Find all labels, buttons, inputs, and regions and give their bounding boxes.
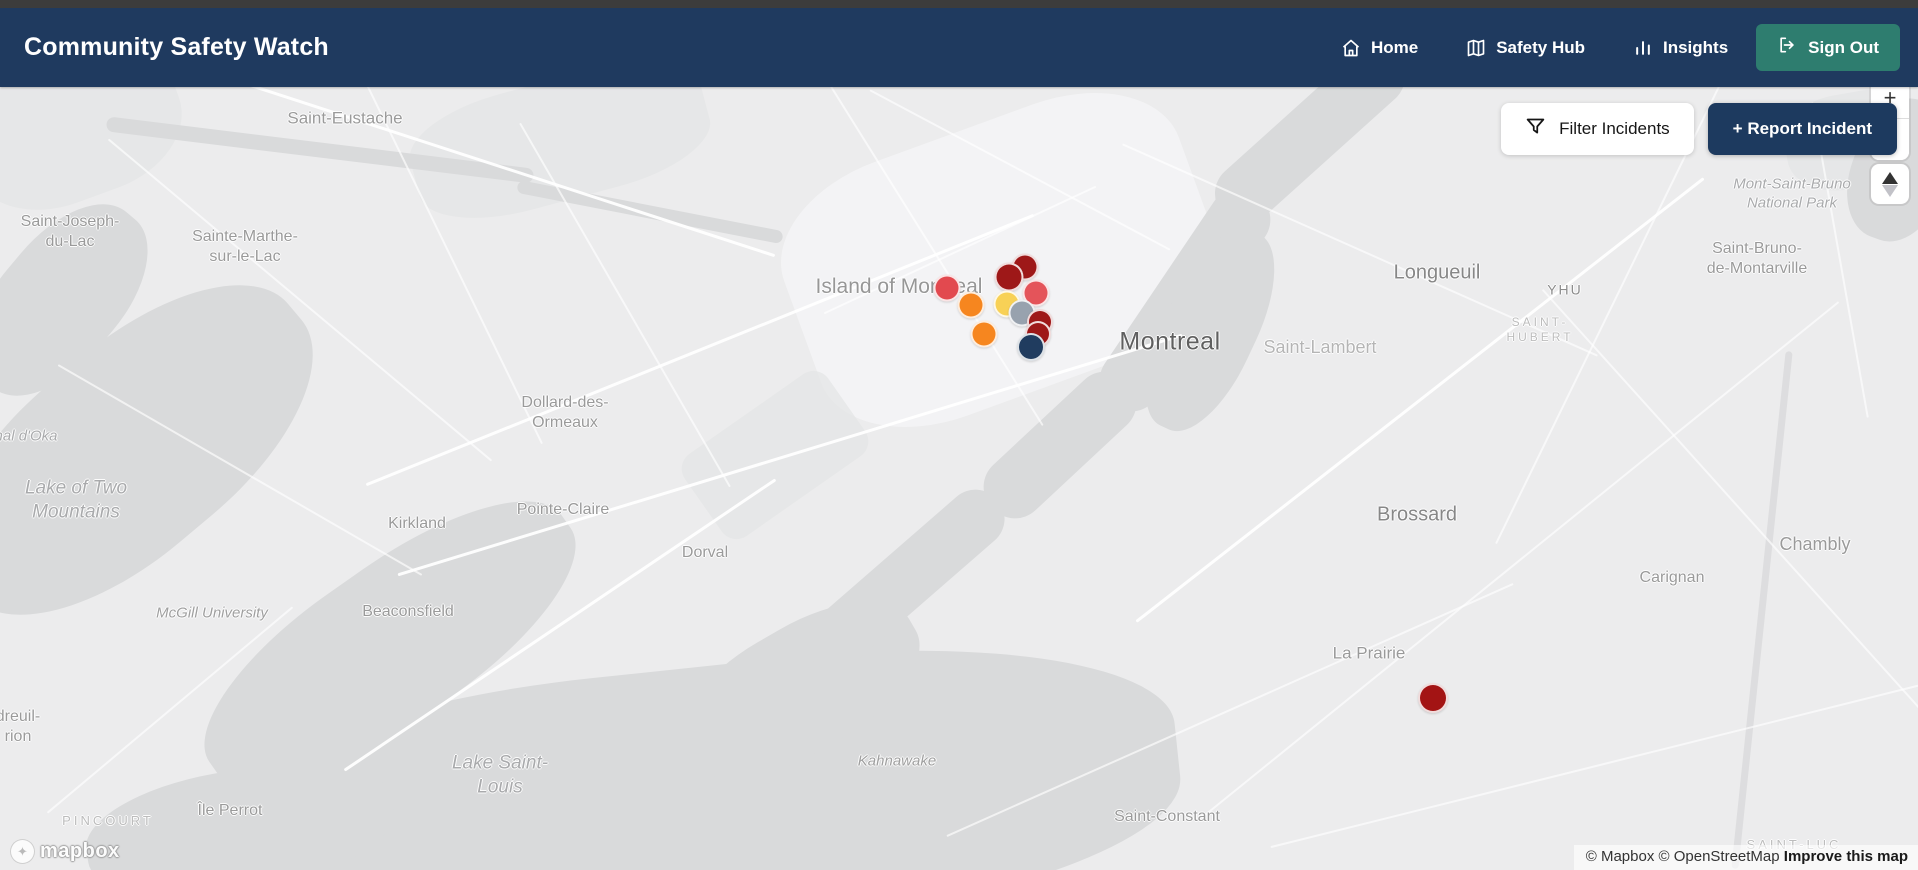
- nav-label: Safety Hub: [1496, 37, 1585, 57]
- incident-marker[interactable]: [1418, 683, 1448, 713]
- incident-marker[interactable]: [970, 320, 998, 348]
- incident-marker[interactable]: [1017, 333, 1045, 361]
- filter-label: Filter Incidents: [1559, 119, 1670, 138]
- map-icon: [1466, 38, 1486, 58]
- sign-out-label: Sign Out: [1808, 37, 1879, 57]
- filter-funnel-icon: [1525, 116, 1546, 142]
- nav-label: Insights: [1663, 37, 1729, 57]
- nav-label: Home: [1370, 37, 1419, 57]
- compass-south-needle: [1882, 184, 1898, 197]
- home-icon: [1341, 38, 1361, 58]
- map-toolbar: Filter Incidents + Report Incident: [1501, 103, 1897, 155]
- nav-item-home[interactable]: Home: [1341, 38, 1418, 58]
- main-nav: Home Safety Hub Insights: [1341, 38, 1728, 58]
- incident-marker[interactable]: [933, 274, 961, 302]
- compass-icon[interactable]: [1871, 164, 1909, 204]
- incident-marker[interactable]: [957, 291, 985, 319]
- bar-chart-icon: [1633, 38, 1653, 58]
- report-incident-button[interactable]: + Report Incident: [1707, 103, 1897, 155]
- improve-map-link[interactable]: Improve this map: [1784, 848, 1908, 865]
- nav-item-insights[interactable]: Insights: [1633, 38, 1728, 58]
- mapbox-pin-icon: ✦: [10, 839, 35, 864]
- map-compass-control: [1871, 164, 1909, 204]
- app-window: Saint-Eustache Saint-Joseph- du-Lac Sainte…: [0, 0, 1918, 870]
- mapbox-logo[interactable]: ✦ mapbox: [10, 839, 120, 864]
- app-header: Community Safety Watch Home Safety Hub I…: [0, 8, 1918, 87]
- filter-incidents-button[interactable]: Filter Incidents: [1501, 103, 1694, 155]
- mapbox-wordmark: mapbox: [40, 840, 120, 862]
- sign-out-icon: [1777, 35, 1797, 60]
- compass-north-needle: [1882, 171, 1898, 184]
- nav-item-safety-hub[interactable]: Safety Hub: [1466, 38, 1585, 58]
- window-chrome-strip: [0, 0, 1918, 8]
- attribution-text: © Mapbox © OpenStreetMap: [1585, 848, 1784, 865]
- sign-out-button[interactable]: Sign Out: [1756, 24, 1900, 71]
- incident-marker[interactable]: [994, 262, 1024, 292]
- map-attribution: © Mapbox © OpenStreetMap Improve this ma…: [1573, 845, 1918, 870]
- app-title: Community Safety Watch: [24, 33, 329, 61]
